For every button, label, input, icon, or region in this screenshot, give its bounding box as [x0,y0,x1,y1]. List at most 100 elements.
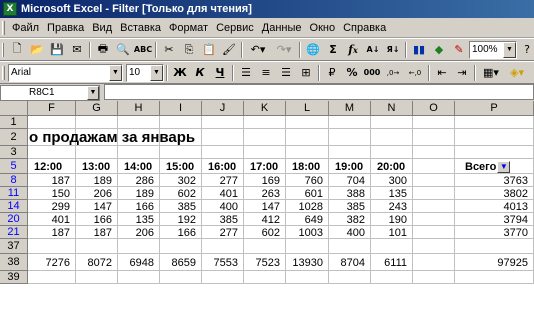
cell[interactable]: 18:00 [286,159,329,174]
cell[interactable] [329,116,371,129]
cell[interactable]: 169 [244,174,286,187]
cell[interactable]: 17:00 [244,159,286,174]
mail-icon[interactable]: ✉ [67,40,87,59]
cell[interactable] [286,239,329,254]
worksheet-grid[interactable]: F G H I J K L M N O P 12о продажам за ян… [0,101,534,324]
cell[interactable] [371,271,413,284]
cell[interactable] [28,146,76,159]
help-icon[interactable]: ? [517,40,534,59]
cell[interactable]: 8704 [329,254,371,271]
cell[interactable] [160,146,202,159]
cell[interactable]: 147 [244,200,286,213]
cell[interactable] [413,200,455,213]
cell[interactable] [413,187,455,200]
cell[interactable] [118,116,160,129]
cell[interactable]: 601 [286,187,329,200]
name-box[interactable]: R8C1 ▼ [0,84,100,101]
chevron-down-icon[interactable]: ▼ [109,64,122,81]
autofilter-dropdown-icon[interactable]: ▼ [497,160,511,173]
cell[interactable] [76,239,118,254]
align-right-icon[interactable]: ☰ [276,63,296,82]
save-icon[interactable]: 💾 [47,40,67,59]
menu-help[interactable]: Справка [339,22,390,34]
cell[interactable]: 1003 [286,226,329,239]
cell[interactable] [244,239,286,254]
menu-window[interactable]: Окно [306,22,340,34]
cell[interactable]: 14:00 [118,159,160,174]
cell[interactable]: 760 [286,174,329,187]
cell[interactable] [286,146,329,159]
cell[interactable]: 602 [160,187,202,200]
thousands-button[interactable]: 000 [362,63,382,82]
cell[interactable] [202,239,244,254]
cell[interactable] [371,129,413,146]
paste-icon[interactable]: 📋 [199,40,219,59]
cell[interactable] [118,146,160,159]
column-header-H[interactable]: H [118,101,160,116]
chevron-down-icon[interactable]: ▼ [87,85,99,100]
cell[interactable] [286,271,329,284]
format-painter-icon[interactable]: 🖌 [219,40,239,59]
cell[interactable]: 16:00 [202,159,244,174]
cell[interactable]: 190 [371,213,413,226]
cell[interactable]: 15:00 [160,159,202,174]
cell[interactable]: 263 [244,187,286,200]
cell[interactable]: 135 [118,213,160,226]
cell[interactable]: 147 [76,200,118,213]
cell[interactable] [413,129,455,146]
column-header-I[interactable]: I [160,101,202,116]
cell[interactable] [28,271,76,284]
cell[interactable]: 3794 [455,213,534,226]
map-icon[interactable]: ◆ [429,40,449,59]
cell[interactable] [455,146,534,159]
cell[interactable] [413,159,455,174]
column-header-N[interactable]: N [371,101,413,116]
cell[interactable] [118,239,160,254]
cell[interactable]: 6111 [371,254,413,271]
underline-button[interactable]: Ч [210,63,230,82]
menu-data[interactable]: Данные [258,22,306,34]
merge-center-icon[interactable]: ⊞ [296,63,316,82]
cell[interactable]: 187 [76,226,118,239]
cell[interactable] [371,239,413,254]
decrease-indent-icon[interactable]: ⇤ [432,63,452,82]
undo-icon[interactable]: ↶▾ [245,40,271,59]
cell[interactable]: 4013 [455,200,534,213]
cell[interactable] [76,271,118,284]
cell[interactable]: 299 [28,200,76,213]
cell[interactable] [413,239,455,254]
column-header-J[interactable]: J [202,101,244,116]
row-header[interactable]: 39 [0,271,28,284]
font-name-select[interactable]: Arial ▼ [8,63,123,82]
cell[interactable] [202,146,244,159]
excel-app-icon[interactable]: X [3,2,17,16]
cell[interactable]: 300 [371,174,413,187]
cell[interactable] [118,271,160,284]
cell[interactable] [329,129,371,146]
cell[interactable] [286,116,329,129]
cell[interactable]: 649 [286,213,329,226]
cell[interactable] [202,271,244,284]
cell[interactable]: Всего ▼ [455,159,534,174]
cell[interactable]: 704 [329,174,371,187]
decrease-decimal-button[interactable]: ←,0 [404,63,426,82]
cell[interactable] [76,146,118,159]
cell[interactable]: 166 [118,200,160,213]
cell[interactable]: 385 [329,200,371,213]
cell[interactable] [244,129,286,146]
cell[interactable]: 7523 [244,254,286,271]
cell[interactable] [160,271,202,284]
italic-button[interactable]: К [190,63,210,82]
cell[interactable]: 13930 [286,254,329,271]
cell[interactable]: 7553 [202,254,244,271]
cell[interactable]: 243 [371,200,413,213]
select-all-corner[interactable] [0,101,28,116]
toolbar-grip[interactable] [2,65,5,80]
column-header-F[interactable]: F [28,101,76,116]
redo-icon[interactable]: ↷▾ [271,40,297,59]
column-header-K[interactable]: K [244,101,286,116]
column-header-L[interactable]: L [286,101,329,116]
menu-format[interactable]: Формат [165,22,212,34]
cell[interactable]: 388 [329,187,371,200]
cell[interactable]: 412 [244,213,286,226]
